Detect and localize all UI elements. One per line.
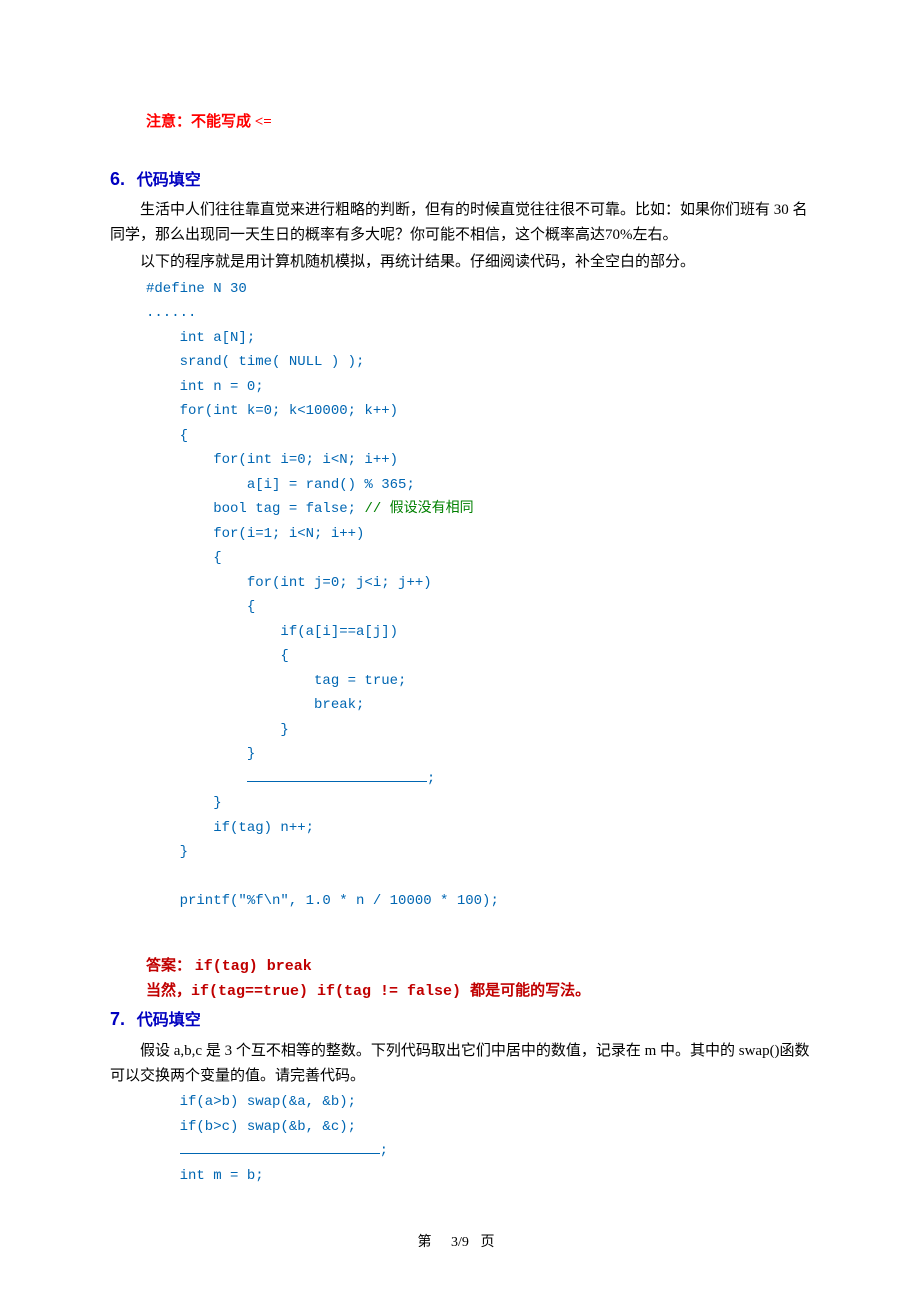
q6-title: 代码填空 xyxy=(137,172,201,189)
q7-paragraph-1: 假设 a,b,c 是 3 个互不相等的整数。下列代码取出它们中居中的数值，记录在… xyxy=(110,1039,810,1089)
fill-blank-1[interactable] xyxy=(247,781,427,782)
note-warning: 注意：不能写成 <= xyxy=(146,110,810,135)
q6-paragraph-1: 生活中人们往往靠直觉来进行粗略的判断，但有的时候直觉往往很不可靠。比如：如果你们… xyxy=(110,198,810,248)
code-comment: // 假设没有相同 xyxy=(364,501,473,517)
q6-code: #define N 30 ...... int a[N]; srand( tim… xyxy=(146,277,810,914)
document-page: 注意：不能写成 <= 6. 代码填空 生活中人们往往靠直觉来进行粗略的判断，但有… xyxy=(0,0,920,1302)
page-footer: 第 3/9 页 xyxy=(0,1231,920,1254)
q6-paragraph-2: 以下的程序就是用计算机随机模拟，再统计结果。仔细阅读代码，补全空白的部分。 xyxy=(110,250,810,275)
q7-heading: 7. 代码填空 xyxy=(110,1005,810,1035)
q6-heading: 6. 代码填空 xyxy=(110,165,810,195)
q7-title: 代码填空 xyxy=(137,1012,201,1029)
q7-number: 7. xyxy=(110,1009,125,1029)
footer-prefix: 第 xyxy=(418,1235,440,1250)
fill-blank-2[interactable] xyxy=(180,1153,380,1154)
q7-code: if(a>b) swap(&a, &b); if(b>c) swap(&b, &… xyxy=(146,1090,810,1188)
q6-answer-line-2: 当然，if(tag==true) if(tag != false) 都是可能的写… xyxy=(146,979,810,1005)
q6-answer-line-1: 答案： if(tag) break xyxy=(146,954,810,980)
q6-answer-code: if(tag) break xyxy=(195,958,312,975)
q6-number: 6. xyxy=(110,169,125,189)
footer-page: 3/9 xyxy=(451,1235,469,1250)
footer-suffix: 页 xyxy=(480,1235,502,1250)
